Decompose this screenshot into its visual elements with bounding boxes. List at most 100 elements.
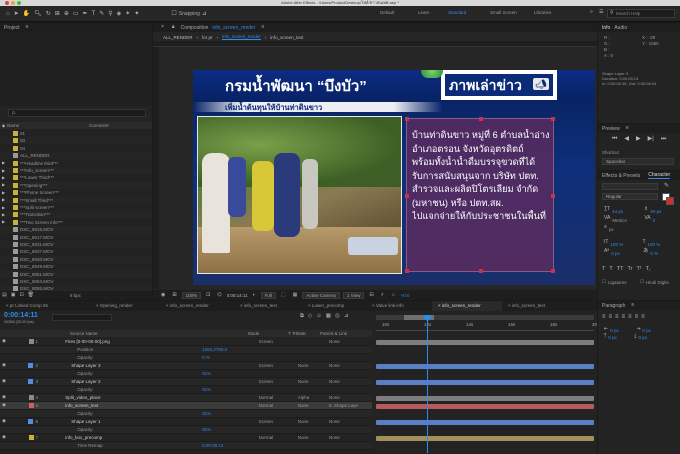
property-name[interactable]: Opacity (77, 371, 202, 376)
workspace-libraries[interactable]: Libraries (534, 10, 566, 15)
expand-triangle-icon[interactable]: ▶ (2, 220, 8, 224)
ligatures-checkbox[interactable]: ☐ Ligatures (602, 279, 627, 285)
layer-name[interactable]: info_box_precomp (65, 435, 202, 440)
label-color-swatch[interactable] (13, 153, 18, 159)
font-family-dropdown[interactable] (602, 183, 658, 190)
layer-trkmat-dropdown[interactable]: None (298, 379, 329, 384)
character-tab[interactable]: Character (648, 172, 671, 179)
timeline-tab[interactable]: × info_screen_render (160, 301, 234, 311)
layer-label-swatch[interactable] (28, 363, 34, 368)
trkmat-header[interactable]: T TrkMat (288, 331, 320, 336)
layer-label-swatch[interactable] (28, 379, 34, 384)
clone-stamp-tool-icon[interactable]: ⚲ (108, 11, 112, 17)
layer-mode-dropdown[interactable]: Screen (259, 363, 298, 368)
layer-duration-bar[interactable] (376, 379, 594, 385)
vertical-scale-value[interactable]: 100 % (610, 240, 640, 249)
label-color-swatch[interactable] (13, 168, 18, 173)
snapping-checkbox-icon[interactable]: ☐ (171, 11, 176, 17)
layer-row[interactable]: ◉ 5 info_screen_text Normal None 6. Shape Lay… (0, 402, 372, 410)
comp-canvas[interactable]: กรมน้ำพัฒนา “บึงบัว” ภาพเล่าข่าว 📣︎ เพิ่… (193, 70, 595, 285)
workspace-small-screen[interactable]: Small Screen (490, 10, 534, 15)
expand-triangle-icon[interactable]: ▶ (2, 205, 8, 210)
project-item[interactable]: ▶ ***Transition*** (0, 211, 152, 219)
label-color-swatch[interactable] (13, 145, 18, 151)
playhead[interactable] (424, 315, 431, 453)
layer-name[interactable]: Shape Layer 3 (71, 363, 202, 368)
layer-parent-dropdown[interactable]: 6. Shape Laye (329, 403, 372, 408)
panel-menu-icon[interactable]: ≡ (261, 25, 264, 30)
grid-guides-icon[interactable]: ⊞ (172, 292, 176, 298)
timeline-tab[interactable]: × info_screen_text (502, 301, 564, 311)
layer-label-swatch[interactable] (28, 419, 34, 424)
news-text-box[interactable]: บ้านท่าดินขาว หมู่ที่ 6 ตำบลน้ำอ่าง อำเภอ… (405, 117, 555, 273)
timeline-tab[interactable]: × Lower_precomp (302, 301, 366, 311)
property-value[interactable]: 0:00:09:12 (202, 443, 259, 448)
transform-handle-bl[interactable] (405, 269, 409, 273)
layer-label-swatch[interactable] (28, 435, 34, 440)
panel-menu-icon[interactable]: ≡ (631, 303, 634, 308)
prev-frame-icon[interactable]: ◀ (624, 136, 629, 142)
property-value[interactable]: 91% (202, 427, 259, 432)
project-col-comment[interactable]: Comment (89, 123, 109, 128)
property-row[interactable]: Position 1264,2760.0 (0, 346, 372, 354)
timeline-tab[interactable]: × info_screen_render (432, 301, 502, 311)
stroke-color-swatch[interactable] (666, 197, 674, 205)
label-color-swatch[interactable] (13, 212, 18, 218)
brush-tool-icon[interactable]: ✎ (99, 11, 104, 17)
news-body-line[interactable]: รับการสนับสนุนจาก บริษัท ปตท. (412, 170, 551, 184)
lock-icon[interactable]: 🔒︎ (172, 25, 175, 30)
expand-triangle-icon[interactable]: ▶ (2, 161, 8, 165)
workspace-overflow-icon[interactable]: » (590, 10, 593, 15)
layer-duration-bar[interactable] (376, 419, 594, 425)
composition-name[interactable]: info_screen_render (212, 25, 255, 31)
label-color-swatch[interactable] (13, 197, 18, 203)
label-color-swatch[interactable] (13, 175, 18, 181)
news-subheadline[interactable]: เพิ่มน้ำต้นทุนให้บ้านท่าดินขาว (225, 102, 322, 114)
project-item[interactable]: ALL_RENDER (0, 152, 152, 160)
transparency-grid-icon[interactable]: ▦ (293, 292, 298, 298)
project-search-input[interactable]: ρ. (8, 109, 146, 117)
project-item[interactable]: ▶ ***Phone Screen*** (0, 189, 152, 197)
always-preview-icon[interactable]: ◉ (161, 292, 165, 298)
project-col-name[interactable]: Name (7, 123, 89, 128)
home-icon[interactable]: ⌂ (6, 11, 10, 17)
property-name[interactable]: Opacity (77, 387, 202, 392)
layer-trkmat-dropdown[interactable]: None (298, 363, 329, 368)
fit-icon[interactable]: ⊡ (206, 292, 210, 298)
news-tag-box[interactable]: ภาพเล่าข่าว 📣︎ (441, 70, 557, 100)
news-body-line[interactable]: อำเภอตรอน จังหวัดอุตรดิตถ์ (412, 143, 551, 157)
exposure-value[interactable]: +0.0 (401, 293, 410, 298)
layer-mode-dropdown[interactable]: Screen (259, 379, 298, 384)
layer-mode-dropdown[interactable]: Screen (259, 339, 298, 344)
shy-layers-icon[interactable]: ☺ (316, 313, 322, 320)
search-help[interactable]: ⚲ Search Help (607, 9, 675, 18)
project-item[interactable]: ▶ ***Lower Third*** (0, 174, 152, 182)
text-style-button[interactable]: T (609, 266, 612, 272)
layer-parent-dropdown[interactable]: None (329, 435, 372, 440)
work-area-bar[interactable] (376, 315, 594, 320)
label-color-swatch[interactable] (13, 279, 18, 284)
viewer-timecode[interactable]: 0:00:14:11 (227, 293, 248, 298)
expand-triangle-icon[interactable]: ▶ (2, 183, 8, 187)
news-body-line[interactable]: บ้านท่าดินขาว หมู่ที่ 6 ตำบลน้ำอ่าง (412, 129, 551, 143)
visibility-eye-icon[interactable]: ◉ (2, 339, 24, 344)
breadcrumb-info-screen-render[interactable]: info_screen_render (222, 34, 261, 40)
transform-handle-tc[interactable] (479, 117, 483, 121)
property-name[interactable]: Opacity (77, 355, 202, 360)
selection-tool-icon[interactable]: ➤ (14, 11, 19, 17)
space-before-value[interactable]: 0 px (608, 334, 632, 341)
eraser-tool-icon[interactable]: ◈ (117, 11, 122, 17)
align-center-icon[interactable]: ≡ (609, 314, 613, 320)
rotate-tool-icon[interactable]: ↻ (46, 11, 51, 17)
eyedropper-icon[interactable]: ✎ (664, 183, 669, 189)
layer-duration-bar[interactable] (376, 403, 594, 409)
interpret-footage-icon[interactable]: ▤ (2, 293, 7, 298)
workspace-default[interactable]: Default (380, 10, 418, 15)
news-body-line[interactable]: ไปแจกจ่ายให้กับประชาชนในพื้นที่ (412, 210, 551, 224)
effects-presets-tab[interactable]: Effects & Presets (602, 173, 640, 179)
timeline-tab[interactable]: × info_screen_text (234, 301, 302, 311)
new-comp-icon[interactable]: ⊡ (19, 293, 23, 298)
comp-flowchart-icon[interactable]: ⧉ (300, 313, 304, 320)
label-color-swatch[interactable] (13, 205, 18, 210)
layer-row[interactable]: ◉ 7 info_box_precomp Normal None None (0, 434, 372, 442)
